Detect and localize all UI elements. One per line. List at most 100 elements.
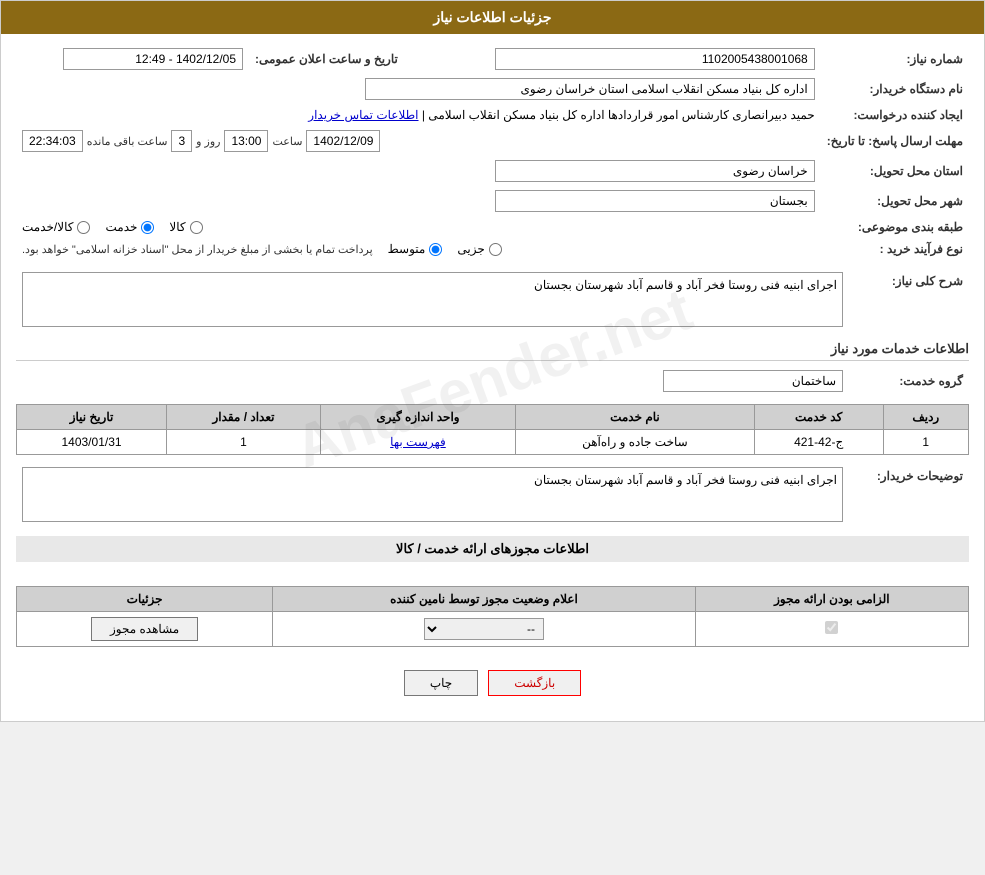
shahr-input: بجستان bbox=[495, 190, 815, 212]
cell-radif: 1 bbox=[883, 430, 968, 455]
page-header: جزئیات اطلاعات نیاز bbox=[1, 1, 984, 34]
radio-kala-khedmat[interactable]: کالا/خدمت bbox=[22, 220, 90, 234]
ijad-konande-value: حمید دبیرانصاری کارشناس امور قراردادها ا… bbox=[16, 104, 821, 126]
tozihat-box: اجرای ابنیه فنی روستا فخر آباد و قاسم آب… bbox=[22, 467, 843, 522]
col-tedad: تعداد / مقدار bbox=[167, 405, 321, 430]
radio-khedmat-label: خدمت bbox=[105, 220, 137, 234]
shahr-value: بجستان bbox=[16, 186, 821, 216]
cell-tarikh: 1403/01/31 bbox=[17, 430, 167, 455]
nam-dastgah-value: اداره کل بنیاد مسکن انقلاب اسلامی استان … bbox=[16, 74, 821, 104]
baghimande-value: 22:34:03 bbox=[22, 130, 83, 152]
farayand-radio-group: پرداخت تمام یا بخشی از مبلغ خریدار از مح… bbox=[22, 242, 815, 256]
elzam-checkbox bbox=[825, 621, 838, 634]
col-radif: ردیف bbox=[883, 405, 968, 430]
mohlat-ersal-label: مهلت ارسال پاسخ: تا تاریخ: bbox=[821, 126, 969, 156]
sharh-niaz-table: شرح کلی نیاز: اجرای ابنیه فنی روستا فخر … bbox=[16, 268, 969, 331]
radio-jozi-label: جزیی bbox=[457, 242, 484, 256]
table-row: 1 ج-42-421 ساخت جاده و راه‌آهن فهرست بها… bbox=[17, 430, 969, 455]
col-kod: کد خدمت bbox=[754, 405, 883, 430]
gohre-khedmat-value: ساختمان bbox=[16, 366, 849, 396]
view-permit-button[interactable]: مشاهده مجوز bbox=[91, 617, 198, 641]
tarikho-saat-label: تاریخ و ساعت اعلان عمومی: bbox=[249, 44, 418, 74]
gohre-khedmat-table: گروه خدمت: ساختمان bbox=[16, 366, 969, 396]
baghimande-label: ساعت باقی مانده bbox=[87, 135, 168, 148]
radio-jozi[interactable]: جزیی bbox=[457, 242, 501, 256]
tozihat-label: توضیحات خریدار: bbox=[849, 463, 969, 526]
footer-buttons: بازگشت چاپ bbox=[16, 655, 969, 711]
cell-vahed[interactable]: فهرست بها bbox=[320, 430, 515, 455]
no-farayand-label: نوع فرآیند خرید : bbox=[821, 238, 969, 260]
cell-kod: ج-42-421 bbox=[754, 430, 883, 455]
radio-khedmat-input[interactable] bbox=[141, 221, 154, 234]
mojavez-section-title: اطلاعات مجوزهای ارائه خدمت / کالا bbox=[16, 536, 969, 562]
saat-value: 13:00 bbox=[224, 130, 268, 152]
radio-kala-input[interactable] bbox=[190, 221, 203, 234]
tarikho-saat-input: 1402/12/05 - 12:49 bbox=[63, 48, 243, 70]
print-button[interactable]: چاپ bbox=[404, 670, 478, 696]
shomare-niaz-value: 1102005438001068 bbox=[418, 44, 821, 74]
ostan-input: خراسان رضوی bbox=[495, 160, 815, 182]
khadamat-section-title: اطلاعات خدمات مورد نیاز bbox=[16, 341, 969, 361]
sharh-niaz-text: اجرای ابنیه فنی روستا فخر آباد و قاسم آب… bbox=[534, 278, 837, 292]
tozihat-value: اجرای ابنیه فنی روستا فخر آباد و قاسم آب… bbox=[16, 463, 849, 526]
joziyat-cell: مشاهده مجوز bbox=[17, 612, 273, 647]
permit-table: الزامی بودن ارائه مجوز اعلام وضعیت مجوز … bbox=[16, 586, 969, 647]
gohre-khedmat-input: ساختمان bbox=[663, 370, 843, 392]
ealam-cell: -- bbox=[273, 612, 695, 647]
radio-khedmat[interactable]: خدمت bbox=[105, 220, 154, 234]
radio-motevaset[interactable]: متوسط bbox=[388, 242, 443, 256]
farayand-desc: پرداخت تمام یا بخشی از مبلغ خریدار از مح… bbox=[22, 243, 373, 256]
no-farayand-value: پرداخت تمام یا بخشی از مبلغ خریدار از مح… bbox=[16, 238, 821, 260]
gohre-khedmat-label: گروه خدمت: bbox=[849, 366, 969, 396]
cell-nam: ساخت جاده و راه‌آهن bbox=[516, 430, 755, 455]
radio-motevaset-label: متوسط bbox=[388, 242, 426, 256]
shahr-label: شهر محل تحویل: bbox=[821, 186, 969, 216]
col-vahed: واحد اندازه گیری bbox=[320, 405, 515, 430]
radio-kala-khedmat-input[interactable] bbox=[77, 221, 90, 234]
radio-motevaset-input[interactable] bbox=[429, 243, 442, 256]
col-elzam: الزامی بودن ارائه مجوز bbox=[695, 587, 968, 612]
radio-kala-khedmat-label: کالا/خدمت bbox=[22, 220, 73, 234]
tarikho-saat-value: 1402/12/05 - 12:49 bbox=[16, 44, 249, 74]
col-joziyat: جزئیات bbox=[17, 587, 273, 612]
services-table: ردیف کد خدمت نام خدمت واحد اندازه گیری ت… bbox=[16, 404, 969, 455]
tabaqeh-bandi-label: طبقه بندی موضوعی: bbox=[821, 216, 969, 238]
ostan-value: خراسان رضوی bbox=[16, 156, 821, 186]
col-ealam: اعلام وضعیت مجوز توسط نامین کننده bbox=[273, 587, 695, 612]
radio-kala[interactable]: کالا bbox=[169, 220, 202, 234]
col-nam: نام خدمت bbox=[516, 405, 755, 430]
page-wrapper: جزئیات اطلاعات نیاز AnaFender.net شماره … bbox=[0, 0, 985, 722]
time-fields: 22:34:03 ساعت باقی مانده 3 روز و 13:00 س… bbox=[22, 130, 815, 152]
sharh-niaz-value: اجرای ابنیه فنی روستا فخر آباد و قاسم آب… bbox=[16, 268, 849, 331]
tabaqeh-radio-group: کالا/خدمت خدمت کالا bbox=[22, 220, 815, 234]
radio-jozi-input[interactable] bbox=[489, 243, 502, 256]
info-table: شماره نیاز: 1102005438001068 تاریخ و ساع… bbox=[16, 44, 969, 260]
ijad-konande-text: حمید دبیرانصاری کارشناس امور قراردادها ا… bbox=[422, 108, 815, 122]
col-tarikh: تاریخ نیاز bbox=[17, 405, 167, 430]
roz-label: روز و bbox=[196, 135, 220, 148]
ettelaat-tamas-link[interactable]: اطلاعات تماس خریدار bbox=[308, 108, 418, 122]
nam-dastgah-label: نام دستگاه خریدار: bbox=[821, 74, 969, 104]
back-button[interactable]: بازگشت bbox=[488, 670, 581, 696]
roz-value: 3 bbox=[171, 130, 192, 152]
nam-dastgah-input: اداره کل بنیاد مسکن انقلاب اسلامی استان … bbox=[365, 78, 815, 100]
ijad-konande-label: ایجاد کننده درخواست: bbox=[821, 104, 969, 126]
ealam-select[interactable]: -- bbox=[424, 618, 544, 640]
saat-label: ساعت bbox=[272, 135, 302, 148]
ostan-label: استان محل تحویل: bbox=[821, 156, 969, 186]
tozihat-table: توضیحات خریدار: اجرای ابنیه فنی روستا فخ… bbox=[16, 463, 969, 526]
content-area: AnaFender.net شماره نیاز: 11020054380010… bbox=[1, 34, 984, 721]
date-value: 1402/12/09 bbox=[306, 130, 380, 152]
shomare-niaz-label: شماره نیاز: bbox=[821, 44, 969, 74]
tozihat-text: اجرای ابنیه فنی روستا فخر آباد و قاسم آب… bbox=[534, 473, 837, 487]
cell-tedad: 1 bbox=[167, 430, 321, 455]
shomare-niaz-input: 1102005438001068 bbox=[495, 48, 815, 70]
tabaqeh-bandi-value: کالا/خدمت خدمت کالا bbox=[16, 216, 821, 238]
permit-row: -- مشاهده مجوز bbox=[17, 612, 969, 647]
radio-kala-label: کالا bbox=[169, 220, 185, 234]
page-title: جزئیات اطلاعات نیاز bbox=[433, 9, 551, 25]
sharh-niaz-label: شرح کلی نیاز: bbox=[849, 268, 969, 331]
sharh-niaz-box: اجرای ابنیه فنی روستا فخر آباد و قاسم آب… bbox=[22, 272, 843, 327]
elzam-cell bbox=[695, 612, 968, 647]
mohlat-ersal-value: 22:34:03 ساعت باقی مانده 3 روز و 13:00 س… bbox=[16, 126, 821, 156]
